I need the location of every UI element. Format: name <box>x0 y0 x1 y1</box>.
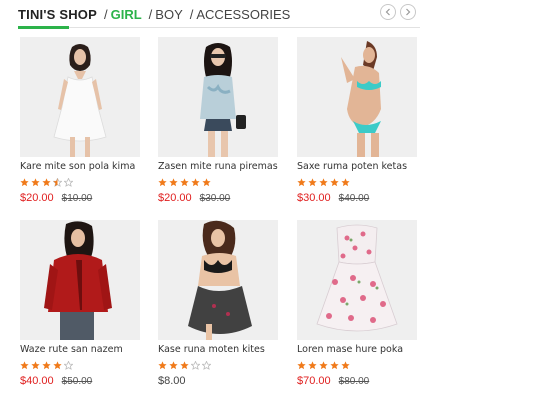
tab-separator: / <box>148 6 153 22</box>
star-filled-icon <box>297 361 306 370</box>
star-empty-icon <box>64 178 73 187</box>
product-name[interactable]: Saxe ruma poten ketas <box>297 161 419 172</box>
shop-title: TINI'S SHOP <box>18 6 97 22</box>
product-image[interactable] <box>158 220 278 340</box>
product-old-price: $10.00 <box>61 193 93 204</box>
category-tabs-header: TINI'S SHOP / GIRL / BOY / ACCESSORIES <box>18 2 420 26</box>
price-row: $20.00 $10.00 <box>20 192 142 204</box>
star-filled-icon <box>158 361 167 370</box>
price-row: $30.00 $40.00 <box>297 192 419 204</box>
rating-stars <box>297 361 419 370</box>
product-card[interactable]: Saxe ruma poten ketas $30.00 $40.00 <box>297 37 419 204</box>
tab-boy[interactable]: / BOY <box>149 7 183 22</box>
price-row: $20.00 $30.00 <box>158 192 280 204</box>
product-card[interactable]: Loren mase hure poka $70.00 $80.00 <box>297 220 419 387</box>
woman-bikini-image <box>297 37 417 157</box>
carousel-prev-button[interactable] <box>380 4 396 20</box>
tab-separator: / <box>103 6 108 22</box>
tab-label: BOY <box>155 6 183 22</box>
floral-strapless-dress-image <box>297 220 417 340</box>
product-image[interactable] <box>20 37 140 157</box>
product-name[interactable]: Kase runa moten kites <box>158 344 280 355</box>
carousel-next-button[interactable] <box>400 4 416 20</box>
star-filled-icon <box>308 361 317 370</box>
tab-accessories[interactable]: / ACCESSORIES <box>190 7 291 22</box>
product-old-price: $50.00 <box>61 376 93 387</box>
rating-stars <box>158 361 280 370</box>
rating-stars <box>297 178 419 187</box>
product-price: $8.00 <box>158 375 186 387</box>
star-filled-icon <box>341 178 350 187</box>
star-filled-icon <box>31 178 40 187</box>
price-row: $8.00 <box>158 375 280 387</box>
tab-girl[interactable]: / GIRL <box>104 7 142 22</box>
product-image[interactable] <box>297 37 417 157</box>
star-filled-icon <box>319 178 328 187</box>
tab-label: ACCESSORIES <box>196 6 291 22</box>
tab-separator: / <box>189 6 194 22</box>
star-filled-icon <box>20 178 29 187</box>
star-filled-icon <box>330 361 339 370</box>
woman-white-dress-image <box>20 37 140 157</box>
product-old-price: $30.00 <box>199 193 231 204</box>
price-row: $40.00 $50.00 <box>20 375 142 387</box>
product-card[interactable]: Kare mite son pola kima $20.00 $10.00 <box>20 37 142 204</box>
rating-stars <box>158 178 280 187</box>
product-name[interactable]: Loren mase hure poka <box>297 344 419 355</box>
star-filled-icon <box>319 361 328 370</box>
star-filled-icon <box>53 361 62 370</box>
product-card[interactable]: Kase runa moten kites $8.00 <box>158 220 280 387</box>
star-filled-icon <box>180 361 189 370</box>
product-card[interactable]: Zasen mite runa piremas $20.00 $30.00 <box>158 37 280 204</box>
star-filled-icon <box>191 178 200 187</box>
star-filled-icon <box>169 178 178 187</box>
product-name[interactable]: Waze rute san nazem <box>20 344 142 355</box>
star-filled-icon <box>330 178 339 187</box>
product-price: $20.00 <box>20 192 54 204</box>
header-divider <box>18 27 420 28</box>
chevron-right-icon <box>406 8 411 16</box>
star-filled-icon <box>297 178 306 187</box>
star-half-icon <box>53 178 62 187</box>
rating-stars <box>20 178 142 187</box>
active-tab-underline <box>18 26 69 29</box>
rating-stars <box>20 361 142 370</box>
product-old-price: $40.00 <box>338 193 370 204</box>
woman-red-jacket-image <box>20 220 140 340</box>
price-row: $70.00 $80.00 <box>297 375 419 387</box>
woman-tie-dye-top-image <box>158 37 278 157</box>
star-filled-icon <box>169 361 178 370</box>
star-filled-icon <box>180 178 189 187</box>
product-image[interactable] <box>158 37 278 157</box>
star-filled-icon <box>31 361 40 370</box>
product-old-price: $80.00 <box>338 376 370 387</box>
product-name[interactable]: Kare mite son pola kima <box>20 161 142 172</box>
product-image[interactable] <box>297 220 417 340</box>
product-price: $20.00 <box>158 192 192 204</box>
tab-label: GIRL <box>110 6 142 22</box>
chevron-left-icon <box>385 8 390 16</box>
star-filled-icon <box>42 361 51 370</box>
star-filled-icon <box>20 361 29 370</box>
product-price: $40.00 <box>20 375 54 387</box>
star-empty-icon <box>64 361 73 370</box>
product-price: $30.00 <box>297 192 331 204</box>
product-image[interactable] <box>20 220 140 340</box>
star-empty-icon <box>191 361 200 370</box>
star-filled-icon <box>308 178 317 187</box>
star-empty-icon <box>202 361 211 370</box>
product-card[interactable]: Waze rute san nazem $40.00 $50.00 <box>20 220 142 387</box>
product-name[interactable]: Zasen mite runa piremas <box>158 161 280 172</box>
star-filled-icon <box>42 178 51 187</box>
star-filled-icon <box>341 361 350 370</box>
star-filled-icon <box>158 178 167 187</box>
star-filled-icon <box>202 178 211 187</box>
product-price: $70.00 <box>297 375 331 387</box>
woman-black-lingerie-image <box>158 220 278 340</box>
